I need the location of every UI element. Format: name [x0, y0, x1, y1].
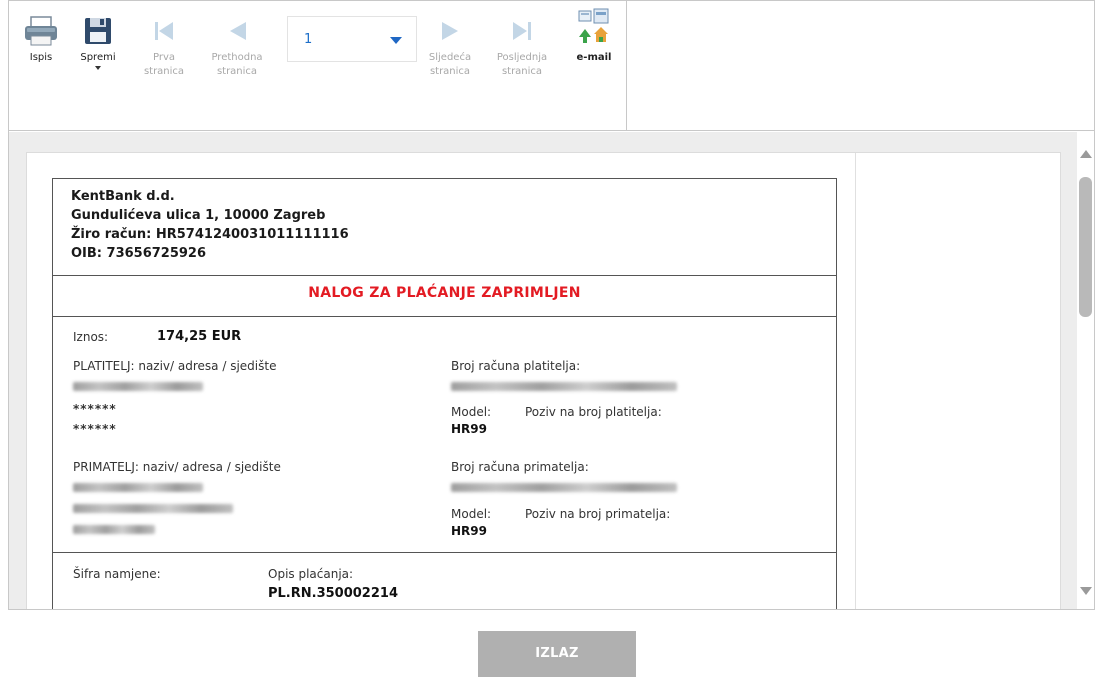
description-label: Opis plaćanja:: [268, 567, 354, 581]
first-page-button[interactable]: Prva stranica: [139, 15, 189, 79]
payee-label: PRIMATELJ: naziv/ adresa / sjedište: [73, 460, 281, 474]
payer-masked-2: ******: [73, 422, 117, 436]
toolbar: Ispis Spremi Prva stranica Prethodna str…: [9, 1, 1094, 131]
amount-label: Iznos:: [73, 330, 109, 344]
first-page-label-2: stranica: [143, 66, 185, 77]
email-button[interactable]: e-mail: [571, 7, 617, 65]
bank-name: KentBank d.d.: [71, 189, 175, 204]
document-page: KentBank d.d. Gundulićeva ulica 1, 10000…: [26, 152, 1061, 609]
print-button[interactable]: Ispis: [21, 15, 61, 65]
status-title: NALOG ZA PLAĆANJE ZAPRIMLJEN: [308, 285, 581, 301]
page-select[interactable]: 1: [287, 16, 417, 62]
first-page-label-1: Prva: [152, 52, 175, 63]
next-page-button[interactable]: Sljedeća stranica: [424, 15, 476, 79]
payee-reference-label: Poziv na broj primatelja:: [525, 507, 671, 521]
first-page-icon: [155, 22, 173, 40]
payee-city-redacted: [73, 525, 155, 534]
scroll-up-arrow-icon[interactable]: [1080, 150, 1092, 158]
email-label: e-mail: [576, 52, 612, 63]
bank-account: Žiro račun: HR5741240031011111116: [71, 227, 349, 242]
payment-receipt: KentBank d.d. Gundulićeva ulica 1, 10000…: [52, 178, 837, 609]
payer-model-value: HR99: [451, 422, 487, 436]
next-page-icon: [442, 22, 458, 40]
payee-model-label: Model:: [451, 507, 492, 521]
previous-page-label-1: Prethodna: [211, 52, 263, 63]
payee-address-redacted: [73, 504, 233, 513]
email-export-icon: [578, 8, 609, 43]
payee-account-label: Broj računa primatelja:: [451, 460, 589, 474]
scroll-thumb[interactable]: [1079, 177, 1092, 317]
payer-account-redacted: [451, 382, 677, 391]
page-select-value: 1: [304, 32, 313, 47]
payment-parties-section: Iznos: 174,25 EUR PLATITELJ: naziv/ adre…: [53, 317, 836, 553]
payer-name-redacted: [73, 382, 203, 391]
vertical-scrollbar[interactable]: [1077, 132, 1094, 609]
previous-page-label-2: stranica: [216, 66, 258, 77]
save-button[interactable]: Spremi: [76, 15, 120, 70]
last-page-button[interactable]: Posljednja stranica: [493, 15, 551, 79]
payee-account-redacted: [451, 483, 677, 492]
floppy-disk-icon: [85, 18, 111, 44]
document-area[interactable]: KentBank d.d. Gundulićeva ulica 1, 10000…: [9, 132, 1079, 609]
bank-info-section: KentBank d.d. Gundulićeva ulica 1, 10000…: [53, 179, 836, 276]
payer-reference-label: Poziv na broj platitelja:: [525, 405, 662, 419]
purpose-code-label: Šifra namjene:: [73, 567, 161, 581]
next-page-label-1: Sljedeća: [428, 52, 472, 63]
payee-name-redacted: [73, 483, 203, 492]
page-edge: [855, 153, 856, 609]
scroll-down-arrow-icon[interactable]: [1080, 587, 1092, 595]
payer-model-label: Model:: [451, 405, 492, 419]
description-value: PL.RN.350002214: [268, 586, 398, 601]
previous-page-button[interactable]: Prethodna stranica: [204, 15, 270, 79]
bank-oib: OIB: 73656725926: [71, 246, 207, 261]
print-label: Ispis: [29, 52, 53, 63]
payer-label: PLATITELJ: naziv/ adresa / sjedište: [73, 359, 277, 373]
last-page-label-1: Posljednja: [496, 52, 548, 63]
dropdown-caret-icon: [390, 37, 402, 44]
payee-model-value: HR99: [451, 524, 487, 538]
previous-page-icon: [230, 22, 246, 40]
toolbar-group: Ispis Spremi Prva stranica Prethodna str…: [9, 1, 627, 131]
printer-icon: [25, 16, 57, 46]
payment-description-section: Šifra namjene: Opis plaćanja: PL.RN.3500…: [53, 553, 836, 609]
payer-masked-1: ******: [73, 402, 117, 416]
chevron-down-icon: [95, 66, 101, 70]
next-page-label-2: stranica: [429, 66, 471, 77]
last-page-icon: [513, 22, 531, 40]
status-section: NALOG ZA PLAĆANJE ZAPRIMLJEN: [53, 276, 836, 317]
last-page-label-2: stranica: [501, 66, 543, 77]
payer-account-label: Broj računa platitelja:: [451, 359, 581, 373]
save-label: Spremi: [80, 52, 116, 63]
amount-value: 174,25 EUR: [157, 329, 242, 344]
report-viewer: Ispis Spremi Prva stranica Prethodna str…: [8, 0, 1095, 610]
bank-address: Gundulićeva ulica 1, 10000 Zagreb: [71, 208, 326, 223]
exit-button[interactable]: IZLAZ: [478, 631, 636, 677]
